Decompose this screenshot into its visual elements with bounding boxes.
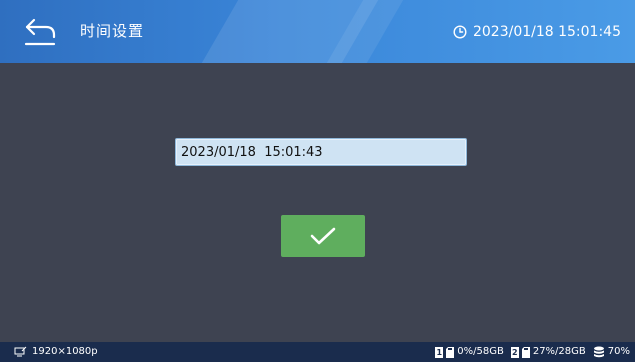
header-bar: 时间设置 2023/01/18 15:01:45 [0,0,635,63]
disk1-label: 1 [435,346,444,358]
confirm-button[interactable] [281,215,365,257]
clock-text: 2023/01/18 15:01:45 [472,24,621,40]
status-bar: 1920×1080p 1 0%/58GB 2 27%/28GB 70% [0,342,635,362]
storage-indicators: 1 0%/58GB 2 27%/28GB 70% [431,342,630,362]
disk2-label: 2 [510,346,519,358]
datetime-input[interactable] [175,138,467,166]
checkmark-icon [310,227,336,245]
storage-usage: 70% [607,346,630,357]
storage-indicator: 70% [593,342,630,362]
page-title: 时间设置 [80,22,145,40]
display-resolution-icon [14,346,27,357]
disk2-usage: 27%/28GB [532,346,586,357]
disk1-indicator: 1 0%/58GB [435,342,504,362]
back-arrow-icon [24,18,56,46]
disk1-usage: 0%/58GB [457,346,504,357]
resolution-text: 1920×1080p [32,346,98,357]
sd-card-icon [446,346,455,358]
header-clock: 2023/01/18 15:01:45 [453,22,621,42]
clock-icon [453,25,467,39]
back-button[interactable] [22,16,58,48]
disk2-indicator: 2 27%/28GB [510,342,586,362]
sd-card-icon [521,346,530,358]
database-icon [593,346,604,358]
resolution-indicator: 1920×1080p [14,342,98,362]
